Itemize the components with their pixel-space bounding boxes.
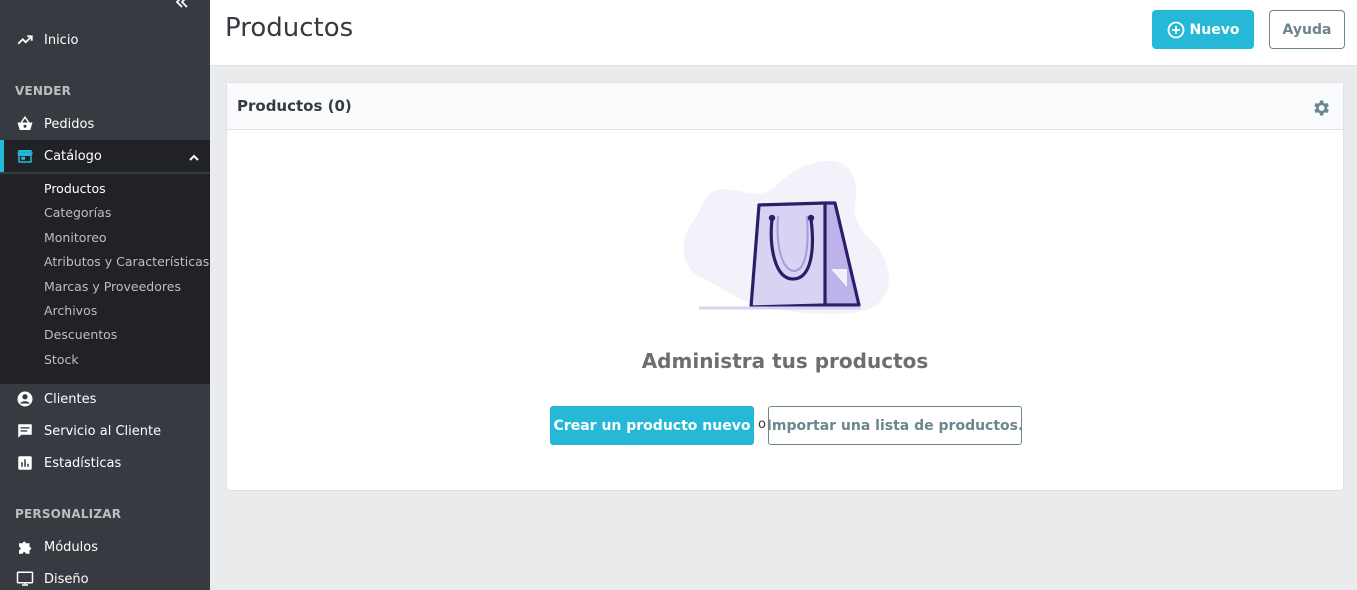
new-product-button[interactable]: Nuevo bbox=[1152, 10, 1254, 49]
sidebar-item-label: Catálogo bbox=[44, 148, 102, 164]
sidebar-item-label: Módulos bbox=[44, 539, 98, 555]
gear-icon[interactable] bbox=[1311, 98, 1331, 118]
account-circle-icon bbox=[15, 389, 35, 409]
submenu-item-descuentos[interactable]: Descuentos bbox=[44, 327, 117, 342]
chat-icon bbox=[15, 421, 35, 441]
sidebar-item-label: Estadísticas bbox=[44, 455, 122, 471]
import-products-button[interactable]: Importar una lista de productos. bbox=[767, 406, 1023, 445]
sidebar-item-estadisticas[interactable]: Estadísticas bbox=[0, 447, 210, 479]
sidebar-item-label: Inicio bbox=[44, 32, 79, 48]
submenu-item-marcas[interactable]: Marcas y Proveedores bbox=[44, 279, 181, 294]
catalog-submenu: Productos Categorías Monitoreo Atributos… bbox=[0, 174, 210, 384]
submenu-item-productos[interactable]: Productos bbox=[44, 181, 106, 196]
collapse-sidebar-icon[interactable] bbox=[172, 0, 192, 14]
create-product-button[interactable]: Crear un producto nuevo bbox=[550, 406, 754, 445]
chevron-up-icon bbox=[188, 149, 200, 168]
sidebar-item-label: Pedidos bbox=[44, 116, 95, 132]
shopping-bag-illustration bbox=[675, 159, 899, 319]
active-indicator bbox=[0, 140, 4, 172]
section-title-personalizar: PERSONALIZAR bbox=[15, 507, 122, 521]
add-circle-icon bbox=[1167, 21, 1185, 39]
products-card: Productos (0) Administra tus productos C… bbox=[226, 82, 1344, 491]
submenu-item-atributos[interactable]: Atributos y Características bbox=[44, 254, 209, 269]
new-button-label: Nuevo bbox=[1189, 21, 1240, 38]
sidebar-item-label: Clientes bbox=[44, 391, 97, 407]
sidebar-item-diseno[interactable]: Diseño bbox=[0, 563, 210, 590]
page-header: Productos Nuevo Ayuda bbox=[210, 0, 1357, 66]
card-header: Productos (0) bbox=[227, 83, 1343, 130]
sidebar-item-modulos[interactable]: Módulos bbox=[0, 531, 210, 563]
sidebar-item-label: Servicio al Cliente bbox=[44, 423, 162, 439]
sidebar-item-servicio[interactable]: Servicio al Cliente bbox=[0, 415, 210, 447]
bar-chart-icon bbox=[15, 453, 35, 473]
or-separator: o bbox=[758, 417, 766, 432]
submenu-item-stock[interactable]: Stock bbox=[44, 352, 79, 367]
section-title-vender: VENDER bbox=[15, 84, 72, 98]
sidebar-item-catalogo[interactable]: Catálogo bbox=[0, 140, 210, 172]
empty-state-title: Administra tus productos bbox=[641, 349, 929, 373]
submenu-item-categorias[interactable]: Categorías bbox=[44, 205, 111, 220]
sidebar-item-inicio[interactable]: Inicio bbox=[0, 24, 210, 56]
sidebar-item-pedidos[interactable]: Pedidos bbox=[0, 108, 210, 140]
card-title: Productos (0) bbox=[237, 97, 352, 115]
empty-state-actions: Crear un producto nuevo o Importar una l… bbox=[227, 406, 1343, 446]
monitor-icon bbox=[15, 569, 35, 589]
puzzle-icon bbox=[15, 537, 35, 557]
submenu-item-archivos[interactable]: Archivos bbox=[44, 303, 97, 318]
help-button[interactable]: Ayuda bbox=[1269, 10, 1345, 49]
shopping-basket-icon bbox=[15, 114, 35, 134]
page-title: Productos bbox=[225, 13, 354, 43]
sidebar: Inicio VENDER Pedidos Catálogo Productos… bbox=[0, 0, 210, 590]
sidebar-item-clientes[interactable]: Clientes bbox=[0, 383, 210, 415]
trending-up-icon bbox=[15, 30, 35, 50]
sidebar-item-label: Diseño bbox=[44, 571, 89, 587]
submenu-item-monitoreo[interactable]: Monitoreo bbox=[44, 230, 107, 245]
store-icon bbox=[15, 146, 35, 166]
